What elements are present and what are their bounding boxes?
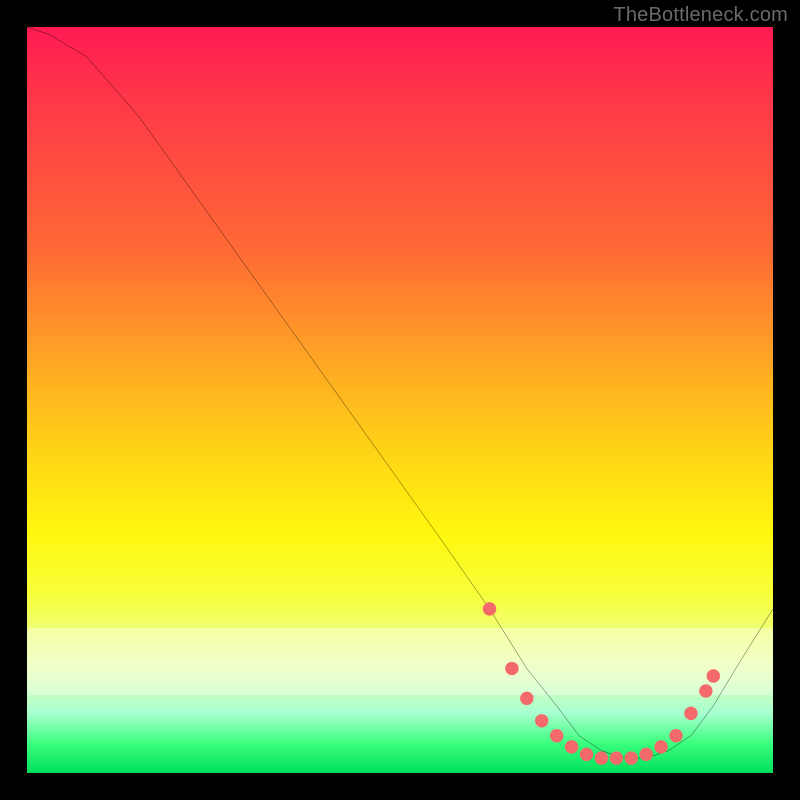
valley-dot <box>550 729 563 742</box>
valley-dot <box>580 748 593 761</box>
valley-dot <box>654 740 667 753</box>
chart-stage: TheBottleneck.com <box>0 0 800 800</box>
valley-dot <box>535 714 548 727</box>
valley-dot <box>565 740 578 753</box>
valley-dot <box>699 684 712 697</box>
valley-dot <box>684 707 697 720</box>
valley-dot <box>520 692 533 705</box>
valley-dot <box>483 602 496 615</box>
watermark-text: TheBottleneck.com <box>613 4 788 27</box>
valley-dot <box>639 748 652 761</box>
valley-dot <box>669 729 682 742</box>
valley-dot <box>595 751 608 764</box>
valley-dot <box>610 751 623 764</box>
plot-area <box>27 27 773 773</box>
valley-dot <box>707 669 720 682</box>
curve-layer <box>27 27 773 773</box>
valley-dot <box>505 662 518 675</box>
valley-markers <box>483 602 720 765</box>
valley-dot <box>625 751 638 764</box>
bottleneck-curve <box>27 27 773 758</box>
